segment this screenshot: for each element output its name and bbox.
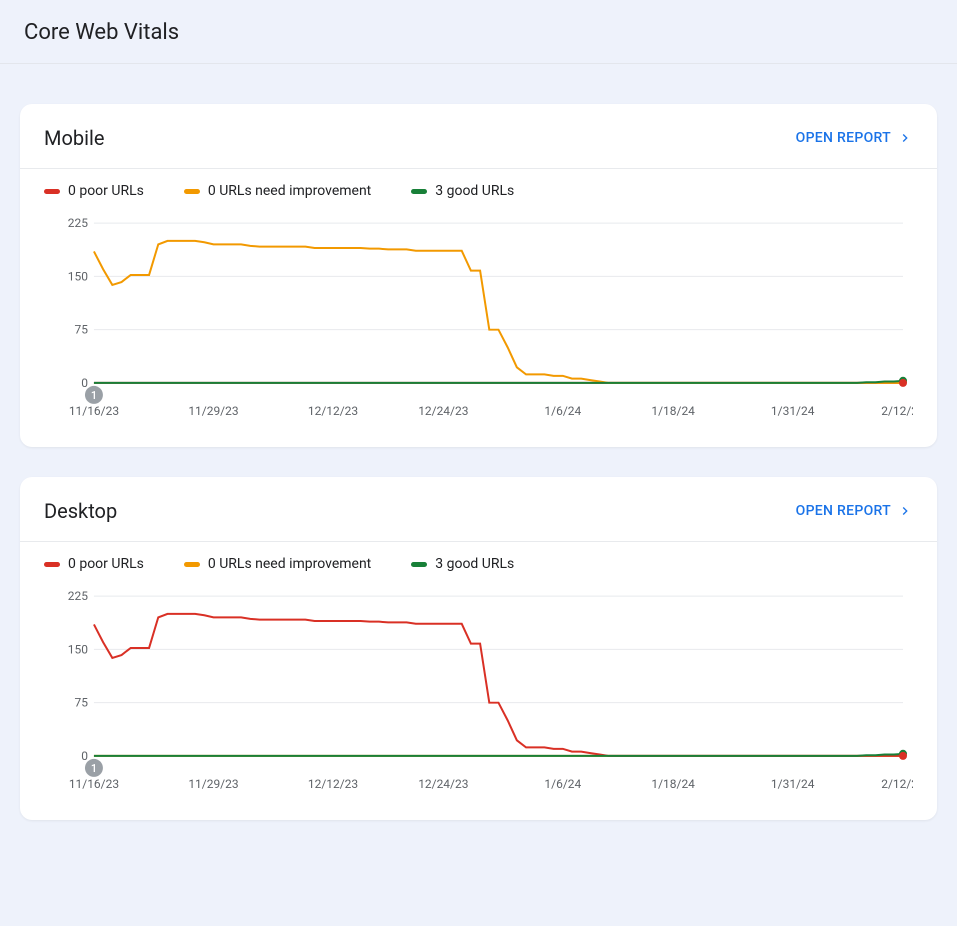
legend-poor: 0 poor URLs [44, 556, 144, 572]
event-marker-label: 1 [91, 389, 97, 402]
x-tick-label: 2/12/24 [881, 404, 913, 418]
chart-svg: 0 75 150 225 1 11/16/23 11/29/23 12/12/23 12/24/… [44, 213, 913, 423]
series-good [94, 754, 903, 756]
page-header: Core Web Vitals [0, 0, 957, 64]
desktop-title: Desktop [44, 499, 117, 523]
x-tick-label: 11/16/23 [69, 777, 119, 791]
y-tick-label: 75 [74, 323, 88, 337]
x-tick-label: 12/24/23 [418, 404, 468, 418]
x-tick-label: 1/18/24 [651, 404, 695, 418]
legend-good: 3 good URLs [411, 183, 514, 199]
x-tick-label: 12/24/23 [418, 777, 468, 791]
chart-svg: 0 75 150 225 1 11/16/23 11/29/23 12/12/23 12/24/… [44, 586, 913, 796]
legend-poor-label: 0 poor URLs [68, 556, 144, 572]
chevron-right-icon [897, 503, 913, 519]
y-tick-label: 75 [74, 696, 88, 710]
mobile-card-header: Mobile OPEN REPORT [20, 104, 937, 169]
x-tick-label: 1/18/24 [651, 777, 695, 791]
end-dot-poor [899, 379, 907, 387]
x-tick-label: 1/6/24 [544, 777, 581, 791]
series-good [94, 381, 903, 383]
open-report-label: OPEN REPORT [796, 130, 891, 146]
desktop-open-report-link[interactable]: OPEN REPORT [796, 503, 913, 519]
desktop-legend: 0 poor URLs 0 URLs need improvement 3 go… [20, 542, 937, 580]
x-tick-label: 11/29/23 [188, 404, 238, 418]
series-poor [94, 614, 903, 756]
x-tick-label: 2/12/24 [881, 777, 913, 791]
mobile-legend: 0 poor URLs 0 URLs need improvement 3 go… [20, 169, 937, 207]
x-tick-label: 1/31/24 [771, 404, 815, 418]
end-dot-poor [899, 752, 907, 760]
legend-swatch-good [411, 562, 427, 567]
legend-good: 3 good URLs [411, 556, 514, 572]
x-tick-label: 12/12/23 [308, 404, 358, 418]
legend-need: 0 URLs need improvement [184, 183, 371, 199]
mobile-title: Mobile [44, 126, 104, 150]
open-report-label: OPEN REPORT [796, 503, 891, 519]
chevron-right-icon [897, 130, 913, 146]
mobile-open-report-link[interactable]: OPEN REPORT [796, 130, 913, 146]
legend-swatch-need [184, 562, 200, 567]
y-tick-label: 225 [68, 216, 88, 230]
y-tick-label: 225 [68, 589, 88, 603]
y-tick-label: 150 [68, 269, 88, 283]
legend-swatch-good [411, 189, 427, 194]
x-tick-label: 11/29/23 [188, 777, 238, 791]
legend-need-label: 0 URLs need improvement [208, 183, 371, 199]
legend-need: 0 URLs need improvement [184, 556, 371, 572]
y-tick-label: 150 [68, 642, 88, 656]
page-title: Core Web Vitals [24, 20, 933, 45]
y-tick-label: 0 [81, 376, 88, 390]
desktop-card-header: Desktop OPEN REPORT [20, 477, 937, 542]
legend-good-label: 3 good URLs [435, 556, 514, 572]
desktop-card: Desktop OPEN REPORT 0 poor URLs 0 URLs n… [20, 477, 937, 820]
event-marker-label: 1 [91, 762, 97, 775]
x-tick-label: 1/6/24 [544, 404, 581, 418]
legend-swatch-need [184, 189, 200, 194]
legend-need-label: 0 URLs need improvement [208, 556, 371, 572]
series-need [94, 241, 903, 383]
desktop-chart: 0 75 150 225 1 11/16/23 11/29/23 12/12/23 12/24/… [20, 580, 937, 820]
x-tick-label: 1/31/24 [771, 777, 815, 791]
legend-poor: 0 poor URLs [44, 183, 144, 199]
x-tick-label: 12/12/23 [308, 777, 358, 791]
mobile-chart: 0 75 150 225 1 11/16/23 11/29/23 12/12/23 12/24/… [20, 207, 937, 447]
legend-good-label: 3 good URLs [435, 183, 514, 199]
legend-poor-label: 0 poor URLs [68, 183, 144, 199]
legend-swatch-poor [44, 189, 60, 194]
mobile-card: Mobile OPEN REPORT 0 poor URLs 0 URLs ne… [20, 104, 937, 447]
y-tick-label: 0 [81, 749, 88, 763]
legend-swatch-poor [44, 562, 60, 567]
x-tick-label: 11/16/23 [69, 404, 119, 418]
